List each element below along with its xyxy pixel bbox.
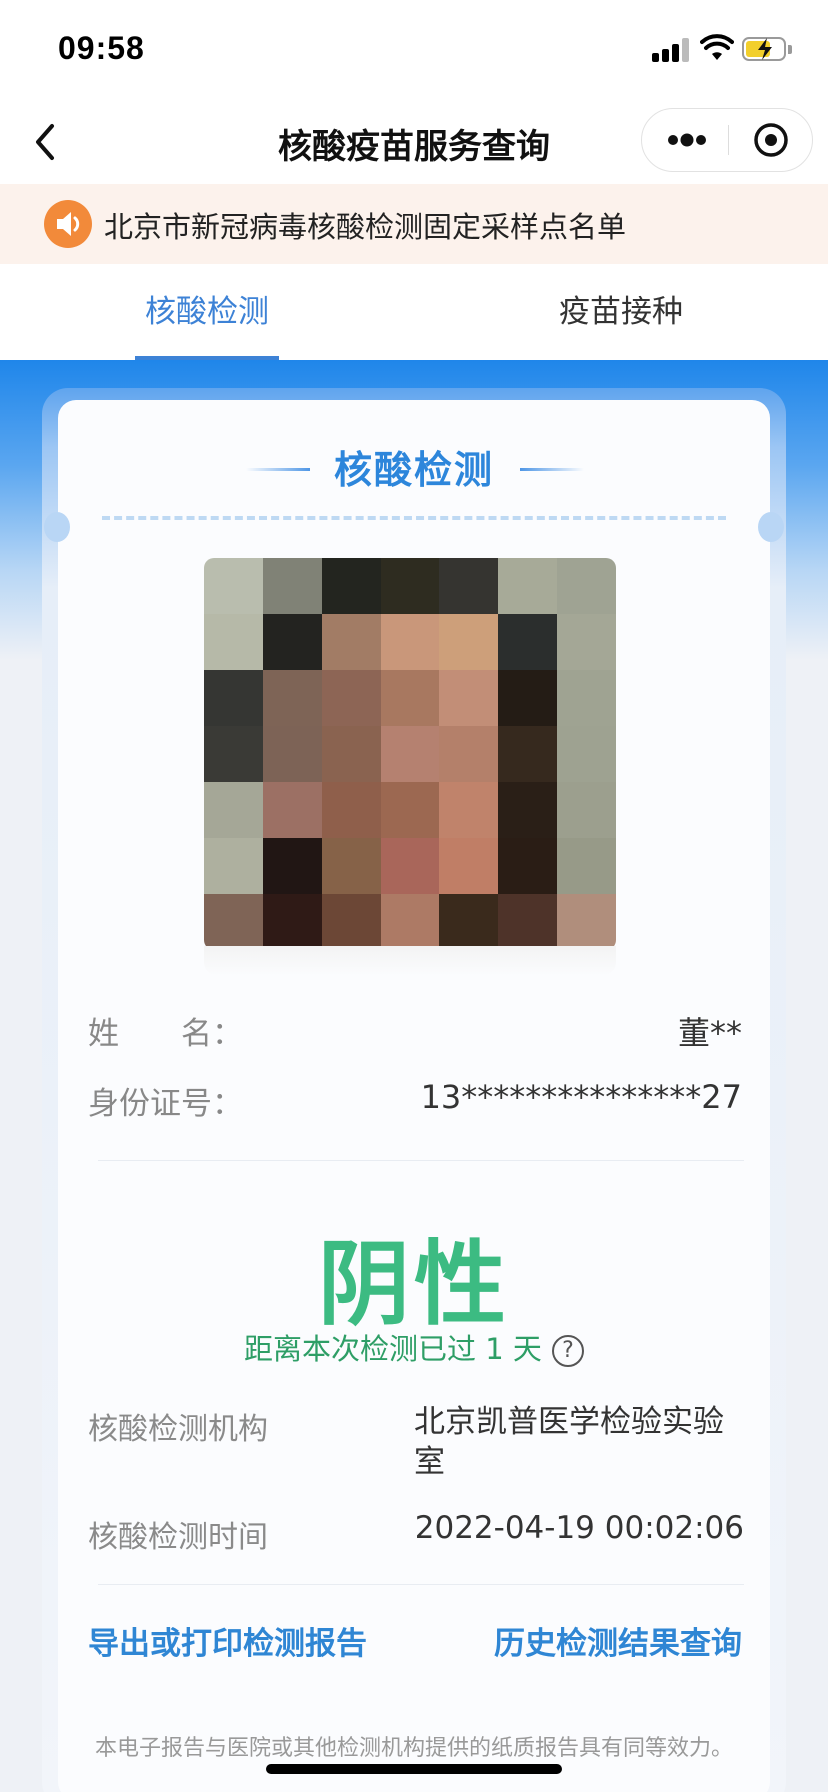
photo-pixel (380, 838, 441, 895)
photo-pixel (204, 726, 264, 783)
export-report-link[interactable]: 导出或打印检测报告 (88, 1618, 367, 1663)
since-text: 距离本次检测已过 1 天 (244, 1332, 542, 1366)
photo-pixel (380, 726, 441, 783)
id-value: 13***************27 (420, 1078, 742, 1116)
card-heading: 核酸检测 (333, 448, 494, 492)
institution-label: 核酸检测机构 (88, 1412, 268, 1447)
photo-pixel (380, 782, 441, 839)
question-circle-icon[interactable]: ? (551, 1335, 584, 1367)
since-row: 距离本次检测已过 1 天? (58, 1326, 770, 1368)
photo-pixel (498, 670, 559, 727)
photo-pixel (204, 614, 264, 671)
photo-pixel (557, 726, 616, 783)
notice-bar[interactable]: 北京市新冠病毒核酸检测固定采样点名单 (0, 184, 828, 264)
photo-pixel (557, 670, 616, 727)
separator (98, 1584, 744, 1585)
institution-value: 北京凯普医学检验实验室 (414, 1404, 724, 1480)
status-bar: 09:58 (0, 0, 828, 100)
photo-pixel (439, 782, 500, 839)
photo-pixel (204, 558, 264, 615)
photo-pixel (439, 726, 500, 783)
wifi-icon (700, 34, 734, 60)
photo-pixel (498, 782, 559, 839)
id-label: 身份证号： (88, 1086, 243, 1122)
target-close-icon (754, 123, 788, 157)
history-results-link[interactable]: 历史检测结果查询 (494, 1618, 742, 1663)
name-label: 姓 名： (88, 1016, 243, 1052)
report-footnote: 本电子报告与医院或其他检测机构提供的纸质报告具有同等效力。 (94, 1736, 733, 1761)
photo-pixel (439, 838, 500, 895)
photo-pixel (557, 838, 616, 895)
status-time: 09:58 (58, 30, 145, 66)
photo-pixel (439, 894, 500, 950)
photo-shadow (204, 946, 616, 976)
separator (98, 1160, 744, 1161)
photo-pixel (204, 838, 264, 895)
photo-pixel (321, 726, 382, 783)
photo-pixel (439, 614, 500, 671)
speaker-icon (44, 200, 92, 248)
photo-pixel (557, 614, 616, 671)
photo-pixel (321, 558, 382, 615)
photo-pixel (262, 558, 323, 615)
name-value: 董** (677, 1014, 742, 1052)
photo-pixel (557, 894, 616, 950)
photo-pixel (204, 782, 264, 839)
photo-pixel (498, 614, 559, 671)
notice-text: 北京市新冠病毒核酸检测固定采样点名单 (104, 210, 627, 244)
photo-pixel (380, 894, 441, 950)
photo-pixel (498, 838, 559, 895)
photo-pixel (321, 614, 382, 671)
photo-pixel (262, 894, 323, 950)
photo-pixel (380, 558, 441, 615)
photo-pixel (262, 670, 323, 727)
card-notch-left (44, 512, 70, 542)
photo-pixel (204, 894, 264, 950)
photo-pixel (380, 670, 441, 727)
photo-pixel (321, 782, 382, 839)
photo-pixel (321, 838, 382, 895)
battery-icon (742, 37, 792, 61)
photo-pixel (439, 558, 500, 615)
mini-program-capsule (641, 108, 813, 172)
tab-nucleic-test[interactable]: 核酸检测 (0, 264, 414, 360)
test-time-label: 核酸检测时间 (88, 1520, 268, 1555)
photo-pixel (262, 726, 323, 783)
test-time-value: 2022-04-19 00:02:06 (414, 1510, 744, 1546)
photo-pixel (439, 670, 500, 727)
photo-pixel (321, 894, 382, 950)
photo-pixel (557, 782, 616, 839)
photo-pixel (262, 782, 323, 839)
photo-pixel (204, 670, 264, 727)
test-result: 阴性 (317, 1231, 510, 1338)
photo-pixel (321, 670, 382, 727)
photo-pixel (380, 614, 441, 671)
photo-pixel (498, 726, 559, 783)
more-button[interactable] (642, 109, 728, 171)
app-screen: 09:58 核酸疫苗服务查询 北京市新冠病毒核酸检测固定采样点名单 核酸检测 疫… (0, 0, 828, 1792)
close-button[interactable] (729, 109, 813, 171)
photo-pixel (498, 894, 559, 950)
home-indicator[interactable] (266, 1764, 562, 1774)
card-heading-wrap: 核酸检测 (58, 440, 770, 500)
card-notch-right (758, 512, 784, 542)
signal-icon (652, 38, 692, 62)
photo-pixel (498, 558, 559, 615)
more-dots-icon (668, 133, 706, 147)
tab-vaccination[interactable]: 疫苗接种 (414, 264, 828, 360)
nav-bar: 核酸疫苗服务查询 (0, 100, 828, 184)
avatar-photo (204, 558, 616, 950)
tab-bar: 核酸检测 疫苗接种 (0, 264, 828, 360)
photo-pixel (262, 614, 323, 671)
dashed-divider (102, 516, 726, 520)
photo-pixel (262, 838, 323, 895)
photo-pixel (557, 558, 616, 615)
